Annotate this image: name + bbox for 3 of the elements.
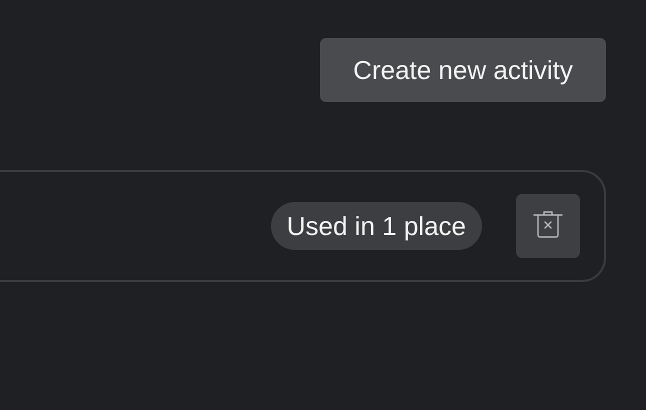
delete-button[interactable]: [516, 194, 580, 258]
usage-badge: Used in 1 place: [270, 202, 482, 250]
create-activity-button[interactable]: Create new activity: [320, 38, 606, 102]
